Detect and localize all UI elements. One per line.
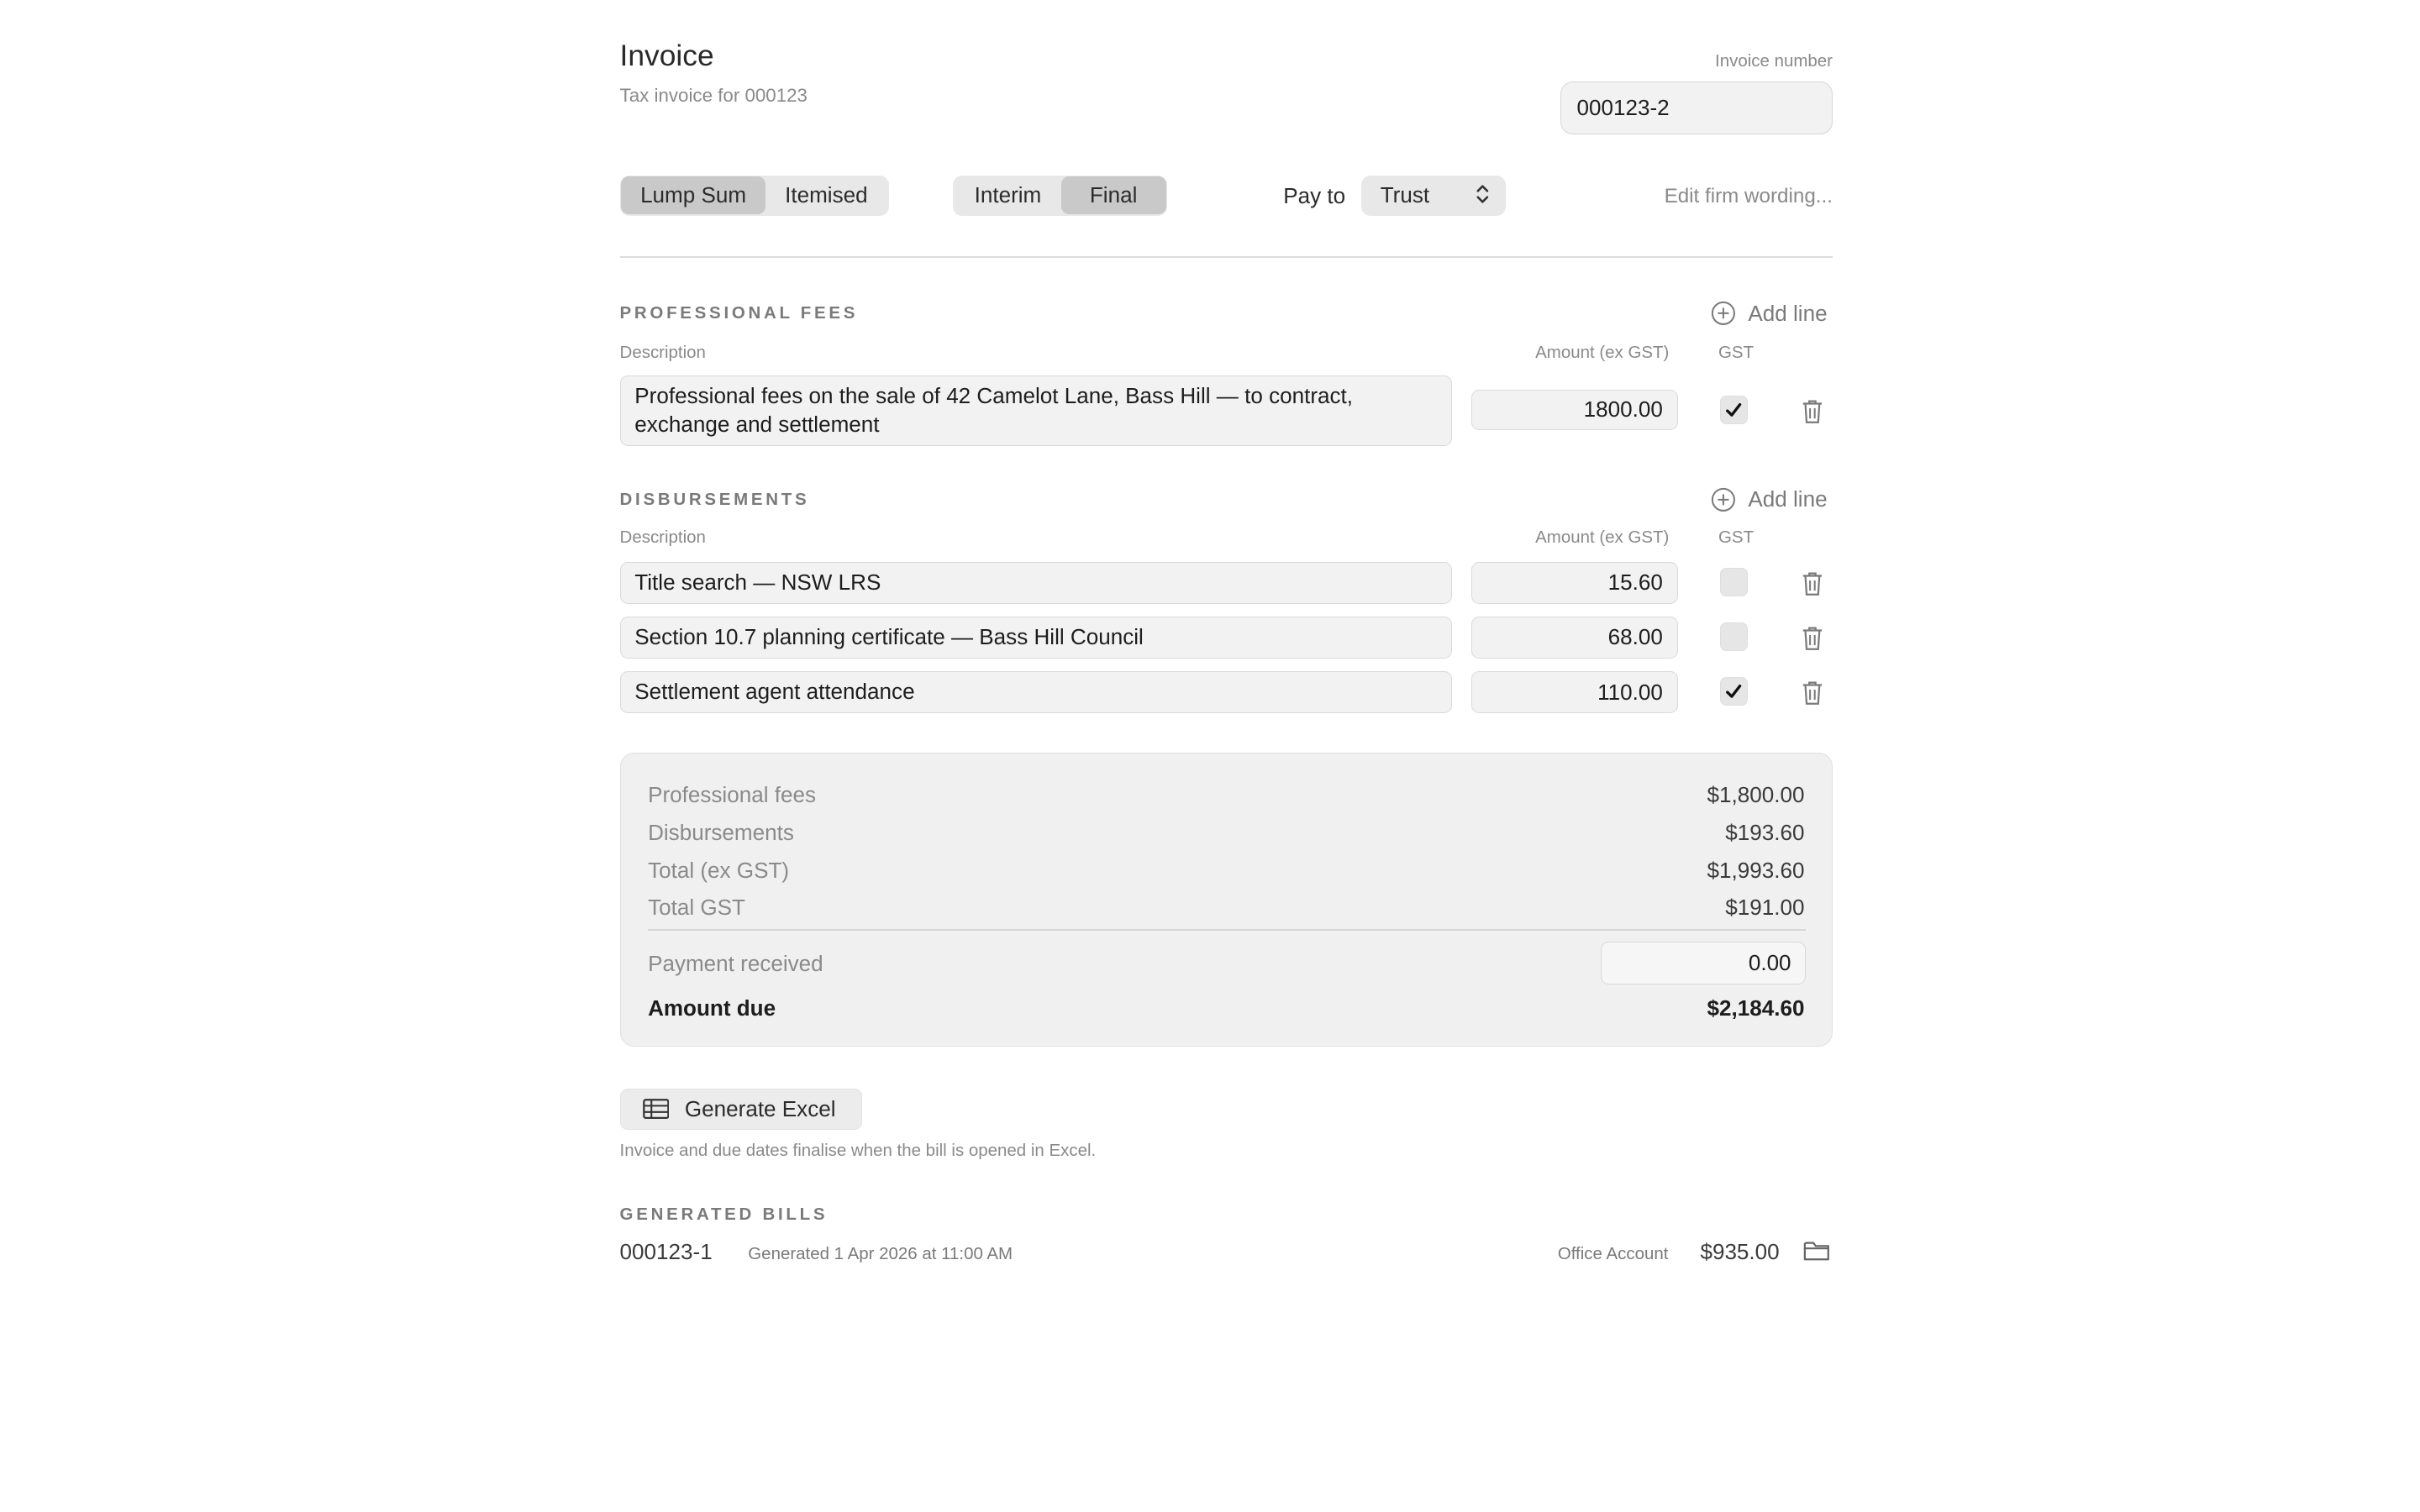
professional-fees-title: PROFESSIONAL FEES <box>619 303 859 323</box>
fee-description-input[interactable]: Professional fees on the sale of 42 Came… <box>619 375 1453 446</box>
amount-due-value: $2,184.60 <box>1707 995 1805 1021</box>
disbursements-title: DISBURSEMENTS <box>619 489 810 509</box>
generate-note: Invoice and due dates finalise when the … <box>619 1140 1097 1160</box>
fee-gst-checkbox[interactable] <box>1719 396 1749 424</box>
bill-account: Office Account <box>1557 1243 1669 1263</box>
generate-excel-label: Generate Excel <box>684 1096 836 1121</box>
add-fee-line-button[interactable]: Add line <box>1711 301 1828 327</box>
disbursement-amount-input[interactable]: 110.00 <box>1470 671 1678 714</box>
add-line-label: Add line <box>1748 300 1828 326</box>
bill-amount: $935.00 <box>1700 1239 1780 1265</box>
folder-icon[interactable] <box>1803 1239 1830 1263</box>
disbursements-total-value: $193.60 <box>1725 819 1805 845</box>
disbursement-gst-checkbox[interactable] <box>1719 622 1749 651</box>
invoice-number-input[interactable]: 000123-2 <box>1560 81 1833 135</box>
disbursement-description-input[interactable]: Section 10.7 planning certificate — Bass… <box>619 616 1453 659</box>
disbursement-amount-input[interactable]: 68.00 <box>1470 616 1678 659</box>
totals-divider <box>648 929 1807 932</box>
pay-to-label: Pay to <box>1283 182 1346 208</box>
bill-generated-date: Generated 1 Apr 2026 at 11:00 AM <box>748 1243 1013 1263</box>
updown-chevron-icon <box>1476 185 1489 203</box>
table-icon <box>642 1099 670 1120</box>
add-disbursement-line-button[interactable]: Add line <box>1711 486 1828 512</box>
plus-circle-icon <box>1711 487 1735 512</box>
column-header-gst: GST <box>1718 527 1754 547</box>
plus-circle-icon <box>1711 302 1735 326</box>
trash-icon[interactable] <box>1800 570 1825 598</box>
checkmark-icon <box>1726 402 1742 417</box>
page-subtitle: Tax invoice for 000123 <box>619 84 808 106</box>
total-gst-label: Total GST <box>648 895 745 921</box>
professional-fees-total-label: Professional fees <box>648 782 816 808</box>
invoice-stage-segmented: Interim Final <box>953 175 1168 217</box>
disbursements-total-label: Disbursements <box>648 819 794 845</box>
disbursement-gst-checkbox[interactable] <box>1719 677 1749 706</box>
trash-icon[interactable] <box>1800 679 1825 707</box>
fee-amount-input[interactable]: 1800.00 <box>1470 389 1678 431</box>
trash-icon[interactable] <box>1800 624 1825 653</box>
checkmark-icon <box>1726 685 1742 698</box>
segment-itemised[interactable]: Itemised <box>765 176 887 214</box>
segment-final[interactable]: Final <box>1060 176 1166 215</box>
disbursement-amount-input[interactable]: 15.60 <box>1470 561 1678 604</box>
column-header-amount: Amount (ex GST) <box>1535 342 1670 362</box>
total-gst-value: $191.00 <box>1725 895 1805 921</box>
divider <box>619 256 1833 259</box>
page-title: Invoice <box>619 39 714 72</box>
segment-lump-sum[interactable]: Lump Sum <box>621 176 765 215</box>
disbursement-description-input[interactable]: Title search — NSW LRS <box>619 561 1453 604</box>
column-header-amount: Amount (ex GST) <box>1535 527 1670 547</box>
total-ex-gst-value: $1,993.60 <box>1707 857 1805 883</box>
generated-bills-title: GENERATED BILLS <box>619 1205 829 1225</box>
pay-to-value: Trust <box>1380 182 1430 208</box>
professional-fees-total-value: $1,800.00 <box>1707 782 1805 808</box>
disbursement-description-input[interactable]: Settlement agent attendance <box>619 671 1453 714</box>
invoice-number-label: Invoice number <box>1715 51 1833 71</box>
payment-received-label: Payment received <box>648 951 823 977</box>
amount-due-label: Amount due <box>648 995 776 1021</box>
trash-icon[interactable] <box>1800 397 1825 426</box>
segment-interim[interactable]: Interim <box>955 176 1061 214</box>
edit-firm-wording-link[interactable]: Edit firm wording... <box>1665 185 1833 208</box>
column-header-description: Description <box>619 342 706 362</box>
column-header-description: Description <box>619 527 706 547</box>
disbursement-gst-checkbox[interactable] <box>1719 568 1749 596</box>
column-header-gst: GST <box>1718 342 1754 362</box>
total-ex-gst-label: Total (ex GST) <box>648 857 790 883</box>
pay-to-select[interactable]: Trust <box>1361 175 1506 217</box>
payment-received-input[interactable]: 0.00 <box>1601 942 1807 984</box>
add-line-label: Add line <box>1748 486 1828 512</box>
bill-id: 000123-1 <box>619 1239 713 1265</box>
generate-excel-button[interactable]: Generate Excel <box>619 1089 863 1130</box>
billing-type-segmented: Lump Sum Itemised <box>619 175 889 217</box>
